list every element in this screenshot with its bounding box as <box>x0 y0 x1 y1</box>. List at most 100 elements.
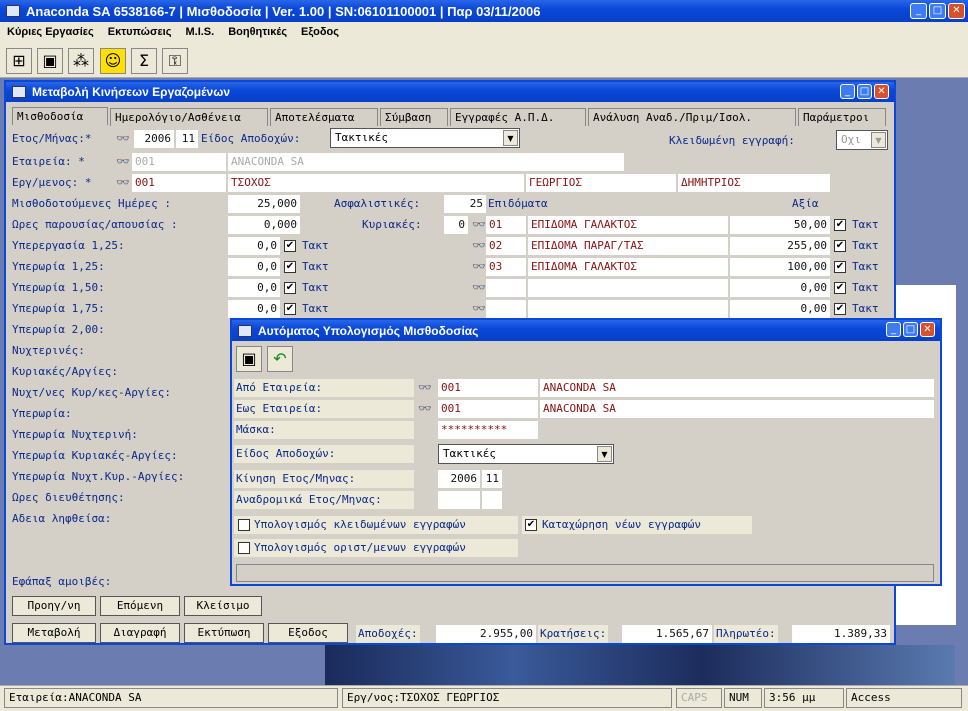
allowance-value-field[interactable]: 0,00 <box>730 279 830 297</box>
check-icon[interactable]: ✔ <box>284 240 296 252</box>
company-name-field[interactable]: ANACONDA SA <box>228 153 624 171</box>
employee-father-field[interactable]: ΔΗΜΗΤΡΙΟΣ <box>678 174 830 192</box>
print-button[interactable]: Εκτύπωση <box>184 623 264 643</box>
allowance-code-field[interactable] <box>486 300 526 318</box>
exit-button[interactable]: Εξοδος <box>268 623 348 643</box>
tab-calendar[interactable]: Ημερολόγιο/Ασθένεια <box>110 108 268 126</box>
allowance-code-field[interactable]: 02 <box>486 237 526 255</box>
allowance-value-field[interactable]: 0,00 <box>730 300 830 318</box>
menu-prints[interactable]: Εκτυπώσεις <box>101 26 179 38</box>
chevron-down-icon[interactable]: ▼ <box>871 132 886 148</box>
overtime-value-field[interactable]: 0,0 <box>228 279 280 297</box>
binoculars-icon[interactable]: 👓 <box>418 402 434 416</box>
tab-contract[interactable]: Σύμβαση <box>380 108 448 126</box>
check-icon[interactable]: ✔ <box>834 303 846 315</box>
locked-record-select[interactable]: Οχι ▼ <box>836 130 888 150</box>
movement-month-field[interactable]: 11 <box>482 470 502 488</box>
menu-main-tasks[interactable]: Κύριες Εργασίες <box>0 26 101 38</box>
network-icon[interactable]: ⁂ <box>68 48 94 74</box>
insurance-days-field[interactable]: 25 <box>444 195 486 213</box>
year-field[interactable]: 2006 <box>134 130 174 148</box>
locked-records-option[interactable]: Υπολογισμός κλειδωμένων εγγραφών <box>234 516 518 534</box>
window-minimize-icon[interactable]: _ <box>840 84 855 99</box>
retroactive-month-field[interactable] <box>482 491 502 509</box>
new-records-checkbox[interactable]: ✔ <box>525 519 537 531</box>
chevron-down-icon[interactable]: ▼ <box>597 446 612 462</box>
binoculars-icon[interactable]: 👓 <box>116 132 132 146</box>
binoculars-icon[interactable]: 👓 <box>116 176 132 190</box>
tab-payroll[interactable]: Μισθοδοσία <box>12 107 108 125</box>
check-icon[interactable]: ✔ <box>834 261 846 273</box>
overtime-value-field[interactable]: 0,0 <box>228 237 280 255</box>
movement-year-field[interactable]: 2006 <box>438 470 480 488</box>
dialog-minimize-icon[interactable]: _ <box>886 322 901 337</box>
allowance-name-field[interactable]: ΕΠΙΔΟΜΑ ΓΑΛΑΚΤΟΣ <box>528 258 728 276</box>
allowance-name-field[interactable]: ΕΠΙΔΟΜΑ ΠΑΡΑΓ/ΤΑΣ <box>528 237 728 255</box>
allowance-name-field[interactable]: ΕΠΙΔΟΜΑ ΓΑΛΑΚΤΟΣ <box>528 216 728 234</box>
sigma-icon[interactable]: Σ <box>131 48 157 74</box>
check-icon[interactable]: ✔ <box>834 282 846 294</box>
smiley-icon[interactable]: ☺ <box>100 48 126 74</box>
finalized-records-option[interactable]: Υπολογισμός οριστ/μενων εγγραφών <box>234 539 518 557</box>
attendance-hours-field[interactable]: 0,000 <box>228 216 300 234</box>
allowance-name-field[interactable] <box>528 279 728 297</box>
binoculars-icon[interactable]: 👓 <box>418 381 434 395</box>
menu-tools[interactable]: Βοηθητικές <box>221 26 294 38</box>
paid-days-field[interactable]: 25,000 <box>228 195 300 213</box>
tree-icon[interactable]: ⊞ <box>6 48 32 74</box>
to-company-name[interactable]: ANACONDA SA <box>540 400 934 418</box>
earnings-type-select[interactable]: Τακτικές ▼ <box>330 128 520 148</box>
binoculars-icon[interactable]: 👓 <box>116 155 132 169</box>
menu-mis[interactable]: M.I.S. <box>178 26 221 38</box>
chevron-down-icon[interactable]: ▼ <box>503 130 518 146</box>
dialog-titlebar[interactable]: Αυτόματος Υπολογισμός Μισθοδοσίας <box>232 320 940 341</box>
employee-surname-field[interactable]: ΤΣΟΧΟΣ <box>228 174 524 192</box>
allowance-value-field[interactable]: 255,00 <box>730 237 830 255</box>
allowance-name-field[interactable] <box>528 300 728 318</box>
month-field[interactable]: 11 <box>176 130 198 148</box>
employee-name-field[interactable]: ΓΕΩΡΓΙΟΣ <box>526 174 676 192</box>
from-company-code[interactable]: 001 <box>438 379 538 397</box>
finalized-records-checkbox[interactable] <box>238 542 250 554</box>
locked-records-checkbox[interactable] <box>238 519 250 531</box>
check-icon[interactable]: ✔ <box>834 219 846 231</box>
overtime-value-field[interactable]: 0,0 <box>228 300 280 318</box>
to-company-code[interactable]: 001 <box>438 400 538 418</box>
sundays-field[interactable]: 0 <box>444 216 468 234</box>
next-button[interactable]: Επόμενη <box>100 596 180 616</box>
tab-analysis[interactable]: Ανάλυση Αναδ./Πριμ/Ισολ. <box>588 108 796 126</box>
card-icon[interactable]: ▣ <box>37 48 63 74</box>
allowance-value-field[interactable]: 100,00 <box>730 258 830 276</box>
check-icon[interactable]: ✔ <box>284 303 296 315</box>
company-code-field[interactable]: 001 <box>132 153 226 171</box>
delete-button[interactable]: Διαγραφή <box>100 623 180 643</box>
allowance-code-field[interactable]: 03 <box>486 258 526 276</box>
check-icon[interactable]: ✔ <box>834 240 846 252</box>
allowance-code-field[interactable]: 01 <box>486 216 526 234</box>
maximize-icon[interactable]: □ <box>929 3 946 19</box>
menu-exit[interactable]: Εξοδος <box>294 26 346 38</box>
window-close-icon[interactable]: ✕ <box>874 84 889 99</box>
minimize-icon[interactable]: _ <box>910 3 927 19</box>
dialog-close-icon[interactable]: ✕ <box>920 322 935 337</box>
run-icon[interactable]: ▣ <box>236 346 262 372</box>
from-company-name[interactable]: ANACONDA SA <box>540 379 934 397</box>
tab-parameters[interactable]: Παράμετροι <box>798 108 886 126</box>
allowance-code-field[interactable] <box>486 279 526 297</box>
check-icon[interactable]: ✔ <box>284 282 296 294</box>
dialog-maximize-icon[interactable]: □ <box>903 322 918 337</box>
close-button[interactable]: Κλείσιμο <box>184 596 262 616</box>
tab-apd[interactable]: Εγγραφές Α.Π.Δ. <box>450 108 586 126</box>
modify-button[interactable]: Μεταβολή <box>12 623 96 643</box>
app-titlebar[interactable]: Anaconda SA 6538166-7 | Μισθοδοσία | Ver… <box>0 0 968 22</box>
window-titlebar[interactable]: Μεταβολή Κινήσεων Εργαζομένων <box>6 82 894 102</box>
tab-results[interactable]: Αποτελέσματα <box>270 108 378 126</box>
allowance-value-field[interactable]: 50,00 <box>730 216 830 234</box>
previous-button[interactable]: Προηγ/νη <box>12 596 96 616</box>
retroactive-year-field[interactable] <box>438 491 480 509</box>
dialog-earnings-type-select[interactable]: Τακτικές ▼ <box>438 444 614 464</box>
key-icon[interactable]: ⚿ <box>162 48 188 74</box>
employee-code-field[interactable]: 001 <box>132 174 226 192</box>
close-icon[interactable]: ✕ <box>948 3 965 19</box>
window-maximize-icon[interactable]: □ <box>857 84 872 99</box>
